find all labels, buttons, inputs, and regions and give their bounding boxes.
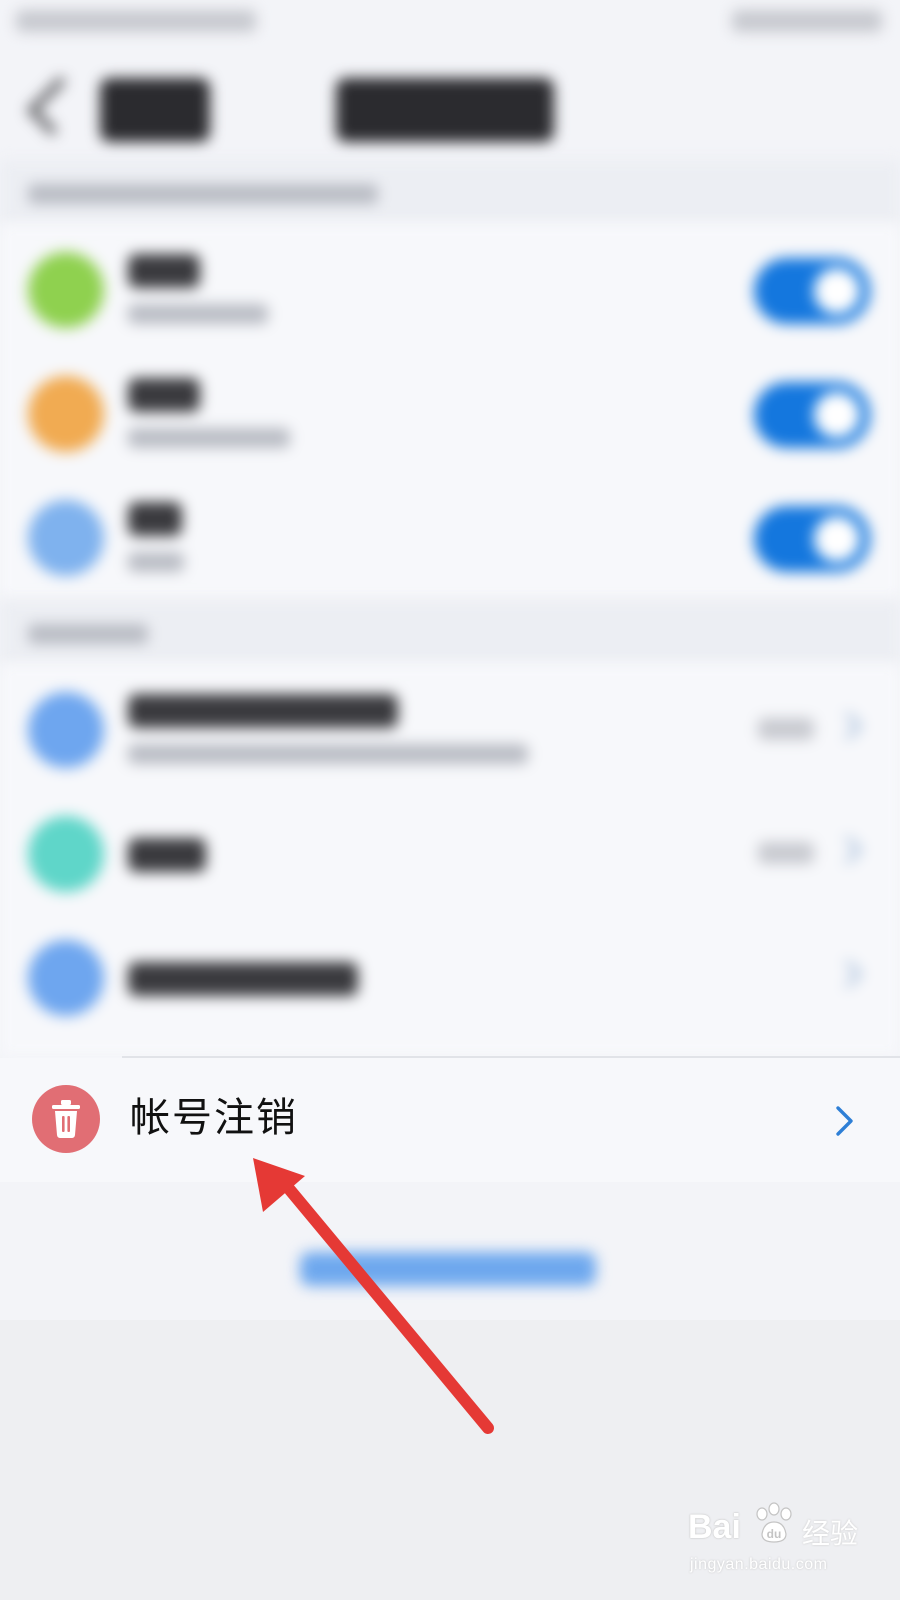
linked-accounts-card bbox=[0, 224, 900, 600]
list-item-subtitle bbox=[128, 428, 290, 448]
chevron-right-icon bbox=[833, 835, 863, 865]
list-item-subtitle bbox=[128, 304, 268, 324]
toggle-knob bbox=[814, 268, 860, 314]
mail-icon bbox=[28, 816, 104, 892]
list-item-value bbox=[758, 718, 814, 740]
qq-icon bbox=[28, 500, 104, 576]
list-item-title bbox=[128, 254, 200, 288]
svg-text:du: du bbox=[767, 1527, 782, 1541]
toggle-switch[interactable] bbox=[754, 382, 870, 448]
toggle-knob bbox=[814, 392, 860, 438]
list-item-title bbox=[128, 694, 398, 728]
list-item[interactable] bbox=[0, 792, 900, 916]
list-item[interactable] bbox=[0, 916, 900, 1040]
list-item[interactable] bbox=[0, 476, 900, 600]
list-item[interactable] bbox=[0, 352, 900, 476]
paw-icon: du bbox=[756, 1502, 792, 1543]
watermark-brand: Bai bbox=[688, 1508, 741, 1546]
section-header-text bbox=[28, 624, 148, 644]
account-cancel-label: 帐号注销 bbox=[130, 1095, 298, 1141]
section-header-text bbox=[28, 184, 378, 204]
list-item-value bbox=[758, 842, 814, 864]
list-item[interactable] bbox=[0, 228, 900, 352]
back-button[interactable] bbox=[100, 78, 210, 142]
list-item-title bbox=[128, 962, 358, 996]
help-center-link[interactable] bbox=[300, 1252, 596, 1286]
status-bar bbox=[0, 0, 900, 48]
account-cancel-row[interactable]: 帐号注销 bbox=[0, 1058, 900, 1182]
chevron-right-icon bbox=[836, 1106, 853, 1136]
nav-bar bbox=[0, 60, 900, 160]
security-card bbox=[0, 664, 900, 1056]
status-bar-right bbox=[732, 10, 882, 32]
shield-icon bbox=[28, 692, 104, 768]
page-title bbox=[336, 78, 554, 142]
trash-icon-circle bbox=[32, 1085, 100, 1153]
section-header bbox=[0, 160, 900, 224]
chevron-right-icon bbox=[833, 959, 863, 989]
trash-icon bbox=[52, 1100, 80, 1138]
section-header bbox=[0, 600, 900, 664]
toggle-knob bbox=[814, 516, 860, 562]
status-bar-left bbox=[16, 10, 256, 32]
list-item[interactable] bbox=[0, 668, 900, 792]
list-item-subtitle bbox=[128, 552, 184, 572]
chevron-right-icon bbox=[833, 711, 863, 741]
list-item-title bbox=[128, 502, 182, 536]
list-item-subtitle bbox=[128, 744, 528, 764]
list-item-title bbox=[128, 838, 206, 872]
wechat-icon bbox=[28, 252, 104, 328]
toggle-switch[interactable] bbox=[754, 506, 870, 572]
device-icon bbox=[28, 940, 104, 1016]
list-item-title bbox=[128, 378, 200, 412]
back-arrow-icon[interactable] bbox=[26, 76, 86, 136]
watermark: Bai du 经验 jingyan.baidu.com bbox=[688, 1500, 888, 1592]
watermark-url: jingyan.baidu.com bbox=[690, 1556, 828, 1573]
watermark-suffix: 经验 bbox=[802, 1517, 859, 1550]
phone-icon bbox=[28, 376, 104, 452]
toggle-switch[interactable] bbox=[754, 258, 870, 324]
